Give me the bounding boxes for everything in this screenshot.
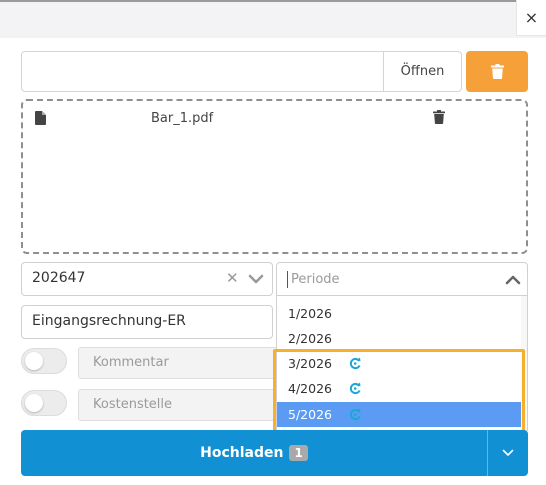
file-name: Bar_1.pdf xyxy=(151,111,214,126)
cost-center-field[interactable]: Kostenstelle xyxy=(78,389,278,421)
period-option-label: 2/2026 xyxy=(288,331,332,346)
toggle-knob xyxy=(25,394,43,412)
file-path-input[interactable] xyxy=(22,52,383,91)
chevron-down-icon xyxy=(502,449,514,456)
dialog-header xyxy=(0,0,546,38)
period-option-label: 1/2026 xyxy=(288,306,332,321)
document-select[interactable]: 202647 ✕ xyxy=(21,262,273,296)
upload-options-toggle[interactable] xyxy=(487,430,528,476)
upload-button-group: Hochladen 1 xyxy=(21,430,528,476)
open-button[interactable]: Öffnen xyxy=(383,52,461,91)
file-picker: Öffnen xyxy=(21,51,462,92)
file-icon xyxy=(35,111,46,125)
comment-toggle[interactable] xyxy=(21,348,67,374)
chevron-up-icon[interactable] xyxy=(505,273,521,287)
file-entry: Bar_1.pdf xyxy=(33,109,523,129)
upload-label: Hochladen xyxy=(200,445,284,461)
period-placeholder: Periode xyxy=(291,272,340,287)
highlight-annotation xyxy=(273,349,525,434)
close-button[interactable]: × xyxy=(516,0,546,36)
document-type-value: Eingangsrechnung-ER xyxy=(32,313,186,329)
upload-count-badge: 1 xyxy=(289,445,308,461)
document-select-value: 202647 xyxy=(32,270,86,286)
toggle-knob xyxy=(25,352,43,370)
period-option[interactable]: 2/2026 xyxy=(277,326,522,351)
period-option[interactable]: 1/2026 xyxy=(277,301,522,326)
delete-button[interactable] xyxy=(466,51,528,92)
cost-center-toggle[interactable] xyxy=(21,390,67,416)
comment-field[interactable]: Kommentar xyxy=(78,347,278,379)
upload-button[interactable]: Hochladen 1 xyxy=(21,430,487,476)
period-select[interactable]: Periode xyxy=(276,262,528,296)
trash-icon xyxy=(490,64,504,79)
file-dropzone[interactable]: Bar_1.pdf xyxy=(21,99,528,254)
close-icon: × xyxy=(524,8,539,27)
text-cursor xyxy=(287,271,288,288)
remove-file-icon[interactable] xyxy=(433,110,445,124)
chevron-down-icon[interactable] xyxy=(248,271,264,287)
clear-icon[interactable]: ✕ xyxy=(226,269,239,287)
document-type-field[interactable]: Eingangsrechnung-ER xyxy=(21,305,273,339)
